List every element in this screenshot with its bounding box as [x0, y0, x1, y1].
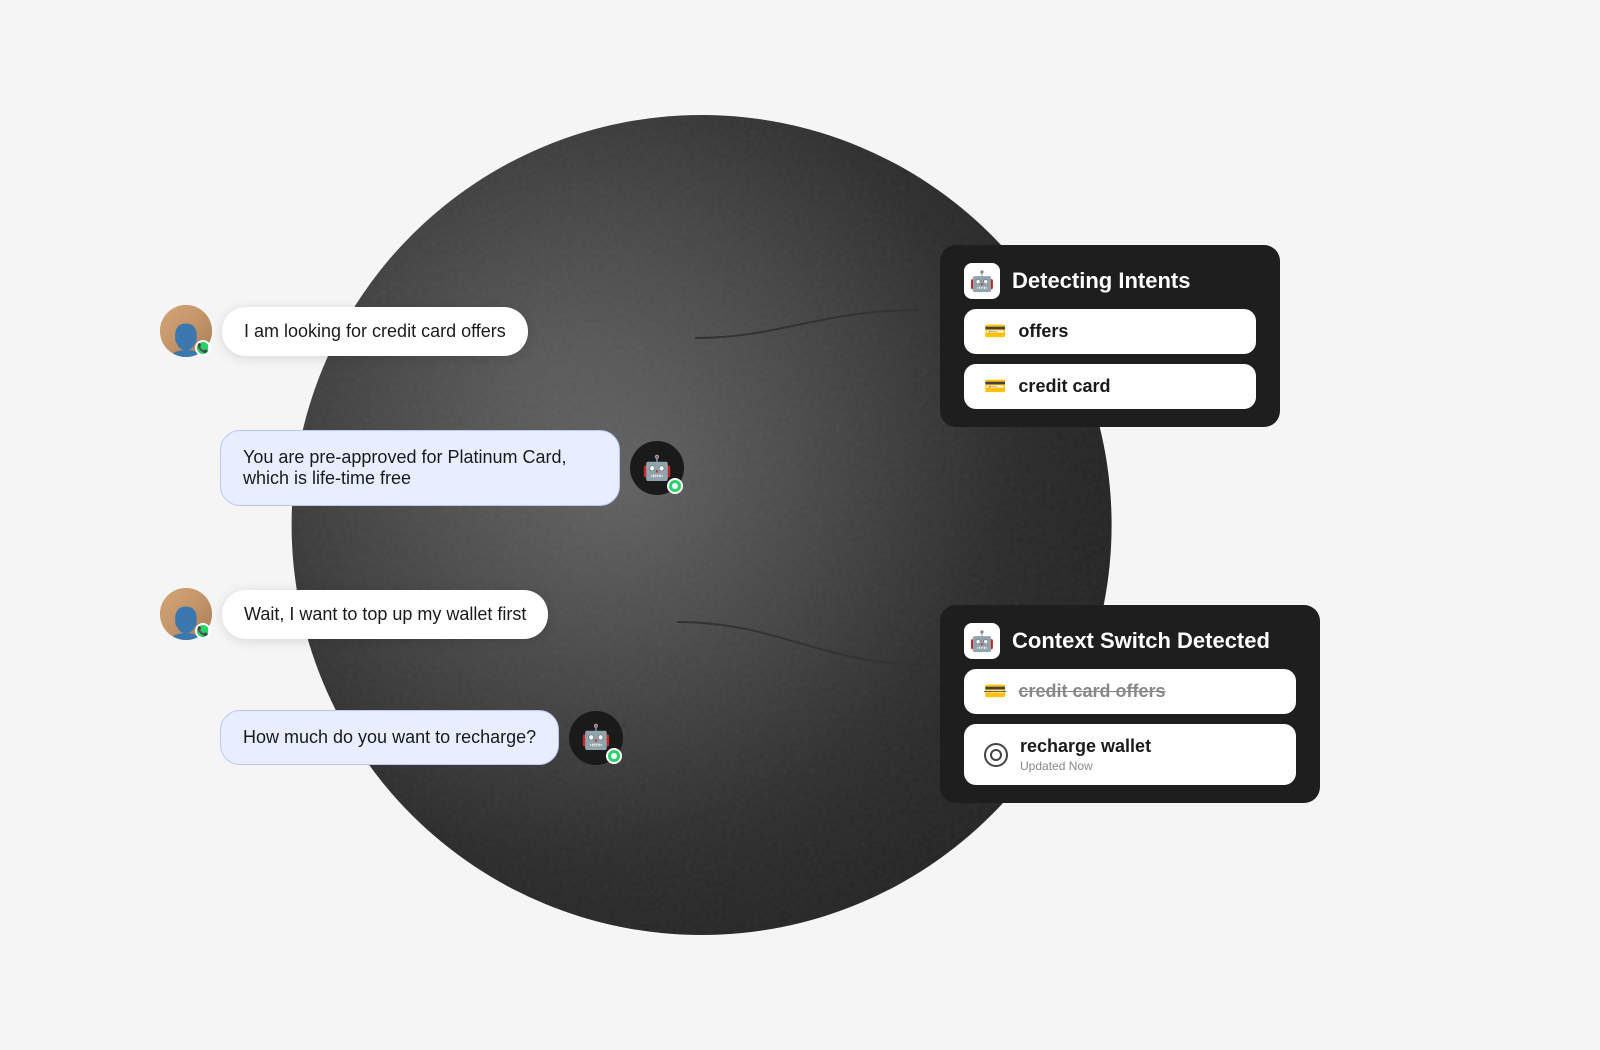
phone-icon-2: 📞	[197, 626, 208, 637]
bot-message-text-1: You are pre-approved for Platinum Card, …	[243, 447, 567, 488]
user-message-1: 📞 I am looking for credit card offers	[160, 305, 528, 357]
scene: 📞 I am looking for credit card offers Yo…	[100, 50, 1500, 1000]
intent-credit-card: 💳 credit card	[964, 364, 1256, 409]
intent-recharge-wallet-content: recharge wallet Updated Now	[1020, 736, 1151, 773]
bot-icon-1: 🤖	[642, 454, 672, 483]
user-avatar-2: 📞	[160, 588, 212, 640]
phone-icon: 📞	[197, 343, 208, 354]
intent-recharge-label: recharge wallet	[1020, 736, 1151, 757]
bot-bubble-2: How much do you want to recharge?	[220, 710, 559, 765]
intent-offers: 💳 offers	[964, 309, 1256, 354]
panel1-header: 🤖 Detecting Intents	[964, 263, 1256, 299]
intent-recharge-wallet: recharge wallet Updated Now	[964, 724, 1296, 785]
background-circle	[292, 115, 1112, 935]
panel2-bot-emoji: 🤖	[970, 629, 995, 654]
panel2-title: Context Switch Detected	[1012, 628, 1270, 654]
intent-credit-card-offers: 💳 credit card offers	[964, 669, 1296, 714]
bot-online-indicator-2	[606, 748, 622, 764]
intent-updated-now: Updated Now	[1020, 759, 1151, 773]
panel1-bot-emoji: 🤖	[970, 269, 995, 294]
bot-message-text-2: How much do you want to recharge?	[243, 727, 536, 747]
wallet-icon	[984, 743, 1008, 767]
user-message-2: 📞 Wait, I want to top up my wallet first	[160, 588, 548, 640]
bot-online-indicator-1	[667, 478, 683, 494]
bot-message-2: How much do you want to recharge? 🤖	[220, 710, 623, 765]
panel1-title: Detecting Intents	[1012, 268, 1190, 294]
bot-avatar-1: 🤖	[630, 441, 684, 495]
bot-avatar-2: 🤖	[569, 711, 623, 765]
user-bubble-2: Wait, I want to top up my wallet first	[222, 590, 548, 639]
context-switch-panel: 🤖 Context Switch Detected 💳 credit card …	[940, 605, 1320, 803]
card-icon-1: 💳	[984, 321, 1006, 342]
card-icon-2: 💳	[984, 376, 1006, 397]
user-message-text-2: Wait, I want to top up my wallet first	[244, 604, 526, 624]
intent-offers-label: offers	[1018, 321, 1068, 342]
card-icon-3: 💳	[984, 681, 1006, 702]
bot-icon-2: 🤖	[581, 723, 611, 752]
online-indicator-1: 📞	[195, 340, 211, 356]
bot-message-1: You are pre-approved for Platinum Card, …	[220, 430, 684, 506]
user-avatar-1: 📞	[160, 305, 212, 357]
intent-credit-card-label: credit card	[1018, 376, 1110, 397]
detecting-intents-panel: 🤖 Detecting Intents 💳 offers 💳 credit ca…	[940, 245, 1280, 427]
user-bubble-1: I am looking for credit card offers	[222, 307, 528, 356]
panel1-bot-icon: 🤖	[964, 263, 1000, 299]
online-indicator-2: 📞	[195, 623, 211, 639]
panel2-header: 🤖 Context Switch Detected	[964, 623, 1296, 659]
user-message-text-1: I am looking for credit card offers	[244, 321, 506, 341]
panel2-bot-icon: 🤖	[964, 623, 1000, 659]
bot-bubble-1: You are pre-approved for Platinum Card, …	[220, 430, 620, 506]
intent-credit-card-offers-label: credit card offers	[1018, 681, 1165, 702]
